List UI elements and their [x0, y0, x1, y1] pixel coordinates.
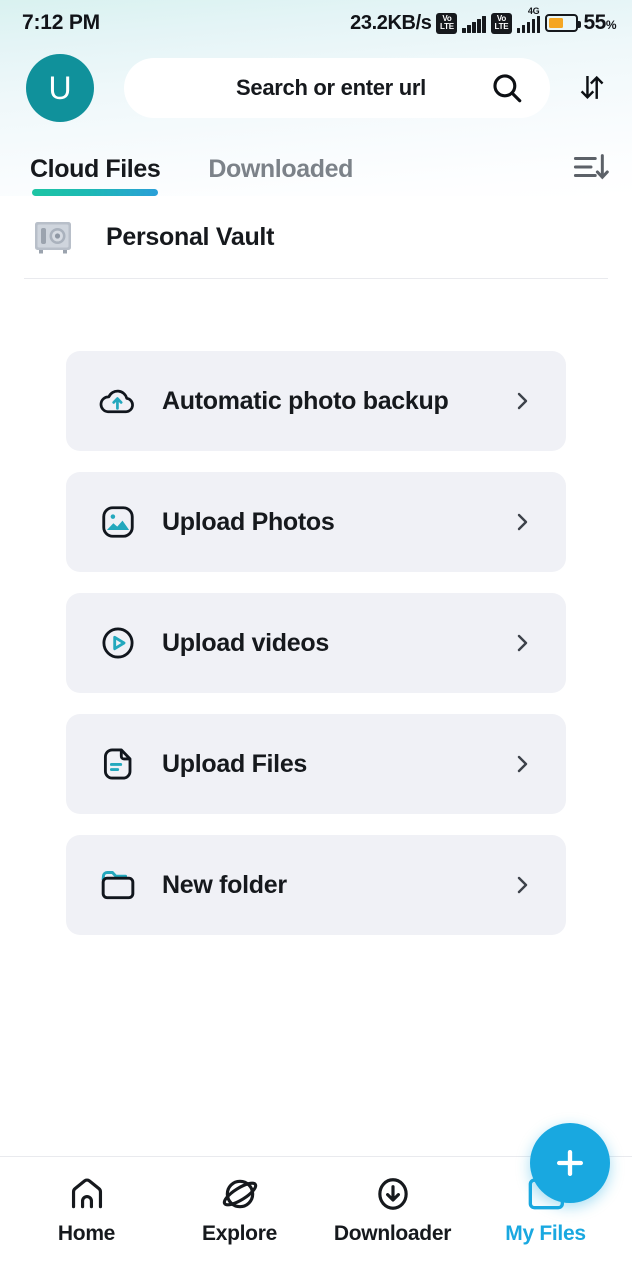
tab-downloaded[interactable]: Downloaded	[208, 155, 353, 196]
folder-icon	[98, 865, 138, 905]
volte-icon-sim1: Vo LTE	[436, 12, 458, 34]
search-row: U Search or enter url	[0, 46, 632, 130]
chevron-right-icon	[510, 631, 534, 655]
battery-fill	[549, 18, 564, 28]
play-circle-icon	[98, 623, 138, 663]
tab-active-indicator	[32, 189, 159, 196]
add-fab-button[interactable]	[530, 1123, 610, 1203]
action-card-upload-videos[interactable]: Upload videos	[66, 593, 566, 693]
signal-bars-sim2	[516, 14, 541, 33]
transfer-toggle-icon[interactable]	[572, 65, 614, 111]
document-icon	[98, 744, 138, 784]
search-icon	[490, 71, 524, 105]
chevron-right-icon	[510, 873, 534, 897]
action-card-label: Upload Photos	[162, 507, 335, 536]
app-screen: 7:12 PM 23.2KB/s Vo LTE Vo LTE 4G 55% U …	[0, 0, 632, 1264]
nav-item-home[interactable]: Home	[10, 1175, 163, 1246]
action-card-label: Upload Files	[162, 749, 308, 778]
volte-icon-sim2: Vo LTE	[490, 12, 512, 34]
tab-cloud-files[interactable]: Cloud Files	[30, 155, 161, 196]
tab-cloud-files-label: Cloud Files	[30, 155, 161, 183]
status-indicators: 23.2KB/s Vo LTE Vo LTE 4G 55%	[350, 6, 616, 35]
status-bar: 7:12 PM 23.2KB/s Vo LTE Vo LTE 4G 55%	[0, 0, 632, 46]
action-card-new-folder[interactable]: New folder	[66, 835, 566, 935]
battery-icon	[545, 14, 582, 32]
action-card-list: Automatic photo backup Upload Photos Upl…	[0, 279, 632, 1203]
signal-bars-sim2-wrap: 4G	[516, 6, 541, 33]
status-time: 7:12 PM	[22, 11, 100, 34]
home-icon	[68, 1175, 106, 1213]
network-speed-text: 23.2KB/s	[350, 11, 432, 34]
network-generation-label: 4G	[527, 5, 540, 16]
vault-icon	[30, 214, 76, 260]
nav-item-my-files-label: My Files	[505, 1222, 586, 1245]
nav-item-explore-label: Explore	[202, 1222, 277, 1245]
tab-downloaded-label: Downloaded	[208, 155, 353, 183]
nav-item-downloader-label: Downloader	[333, 1222, 452, 1245]
planet-icon	[221, 1175, 259, 1213]
personal-vault-row[interactable]: Personal Vault	[0, 196, 632, 278]
action-card-label: New folder	[162, 870, 287, 899]
action-card-label: Upload videos	[162, 628, 329, 657]
action-card-label: Automatic photo backup	[162, 386, 449, 415]
avatar[interactable]: U	[26, 54, 94, 122]
chevron-right-icon	[510, 510, 534, 534]
action-card-upload-files[interactable]: Upload Files	[66, 714, 566, 814]
nav-item-explore[interactable]: Explore	[163, 1175, 316, 1246]
volte-bottom-text: LTE	[440, 22, 454, 31]
personal-vault-label: Personal Vault	[106, 222, 275, 251]
chevron-right-icon	[510, 389, 534, 413]
nav-item-downloader[interactable]: Downloader	[316, 1175, 469, 1246]
image-icon	[98, 502, 138, 542]
signal-bars-sim1	[462, 14, 486, 33]
nav-item-home-label: Home	[57, 1222, 116, 1245]
search-input[interactable]: Search or enter url	[124, 58, 550, 118]
battery-percent-text: 55%	[583, 11, 616, 34]
action-card-upload-photos[interactable]: Upload Photos	[66, 472, 566, 572]
search-placeholder: Search or enter url	[236, 75, 426, 100]
chevron-right-icon	[510, 752, 534, 776]
download-circle-icon	[374, 1175, 412, 1213]
volte-bottom-text-2: LTE	[494, 22, 509, 31]
cloud-upload-icon	[98, 381, 138, 421]
sort-icon[interactable]	[572, 150, 610, 196]
tab-bar: Cloud Files Downloaded	[0, 130, 632, 196]
top-header-area: 7:12 PM 23.2KB/s Vo LTE Vo LTE 4G 55% U …	[0, 0, 632, 196]
action-card-automatic-photo-backup[interactable]: Automatic photo backup	[66, 351, 566, 451]
